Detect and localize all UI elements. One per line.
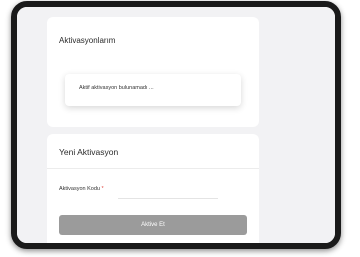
- new-activation-title: Yeni Aktivasyon: [59, 147, 119, 157]
- activation-code-label: Aktivasyon Kodu *: [59, 186, 104, 192]
- app-screen: Aktivasyonlarım Aktif aktivasyon bulunam…: [17, 7, 335, 243]
- device-frame: Aktivasyonlarım Aktif aktivasyon bulunam…: [11, 1, 341, 249]
- new-activation-card: Yeni Aktivasyon Aktivasyon Kodu * Aktive…: [47, 134, 259, 243]
- activation-code-label-text: Aktivasyon Kodu: [59, 186, 100, 192]
- activation-code-input[interactable]: [118, 184, 218, 199]
- activations-card: Aktivasyonlarım Aktif aktivasyon bulunam…: [47, 17, 259, 127]
- card-divider: [47, 168, 259, 169]
- empty-activations-message: Aktif aktivasyon bulunamadı ...: [79, 85, 154, 91]
- empty-activations-notice: Aktif aktivasyon bulunamadı ...: [65, 74, 241, 106]
- activations-title: Aktivasyonlarım: [59, 36, 116, 45]
- required-marker: *: [101, 186, 104, 192]
- activate-button[interactable]: Aktive Et: [59, 215, 247, 235]
